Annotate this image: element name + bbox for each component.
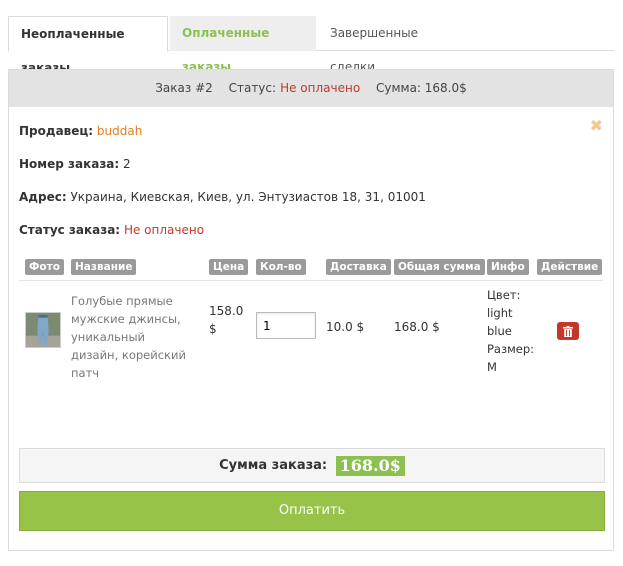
order-sum: Сумма: 168.0$	[375, 81, 467, 95]
tab-paid-orders[interactable]: Оплаченные заказы	[170, 16, 316, 74]
col-info: Инфо	[487, 259, 529, 275]
seller-line: Продавец: buddah	[19, 124, 142, 138]
close-icon[interactable]: ✖	[590, 116, 603, 135]
items-table-header: Фото Название Цена Кол-во Доставка Общая…	[19, 259, 603, 281]
order-status-detail-label: Статус заказа:	[19, 223, 121, 237]
address-value: Украина, Киевская, Киев, ул. Энтузиастов…	[70, 190, 426, 204]
order-status-value: Не оплачено	[280, 81, 361, 95]
seller-link[interactable]: buddah	[97, 124, 142, 138]
pay-button[interactable]: Оплатить	[19, 491, 605, 531]
col-delivery: Доставка	[326, 259, 391, 275]
col-total: Общая сумма	[394, 259, 485, 275]
col-photo: Фото	[25, 259, 64, 275]
address-label: Адрес:	[19, 190, 67, 204]
delivery-cost: 10.0 $	[326, 320, 365, 334]
tab-unpaid-orders[interactable]: Неоплаченные заказы	[8, 16, 168, 75]
row-total: 168.0 $	[394, 320, 440, 334]
summary-label: Сумма заказа:	[219, 458, 328, 473]
col-qty: Кол-во	[256, 259, 306, 275]
product-price: 158.0 $	[209, 304, 244, 336]
order-panel: Заказ #2 Статус: Не оплачено Сумма: 168.0…	[8, 69, 614, 551]
tab-completed-deals[interactable]: Завершенные сделки	[318, 16, 468, 74]
quantity-input[interactable]	[256, 312, 316, 339]
jeans-photo-icon	[26, 313, 60, 347]
order-header: Заказ #2 Статус: Не оплачено Сумма: 168.0…	[9, 70, 613, 107]
delete-button[interactable]	[557, 322, 579, 340]
order-number-label: Номер заказа:	[19, 157, 120, 171]
order-status-label: Статус:	[228, 81, 277, 95]
product-name[interactable]: Голубые прямые мужские джинсы, уникальны…	[71, 292, 191, 382]
col-price: Цена	[209, 259, 249, 275]
order-number-value: 2	[123, 157, 131, 171]
address-line: Адрес: Украина, Киевская, Киев, ул. Энту…	[19, 190, 426, 204]
seller-label: Продавец:	[19, 124, 94, 138]
table-row: Голубые прямые мужские джинсы, уникальны…	[19, 282, 603, 380]
order-summary: Сумма заказа: 168.0$	[19, 448, 605, 483]
summary-value: 168.0$	[335, 455, 405, 476]
product-photo[interactable]	[25, 312, 61, 348]
trash-icon	[563, 325, 573, 337]
product-info: Цвет: light blue Размер: M	[487, 288, 535, 374]
col-name: Название	[71, 259, 137, 275]
order-number: Заказ #2	[155, 81, 213, 95]
order-number-line: Номер заказа: 2	[19, 157, 131, 171]
order-tabs: Неоплаченные заказы Оплаченные заказы За…	[8, 16, 614, 75]
order-status-detail-value: Не оплачено	[123, 223, 205, 237]
col-action: Действие	[537, 259, 603, 275]
order-status-line: Статус заказа: Не оплачено	[19, 223, 204, 237]
